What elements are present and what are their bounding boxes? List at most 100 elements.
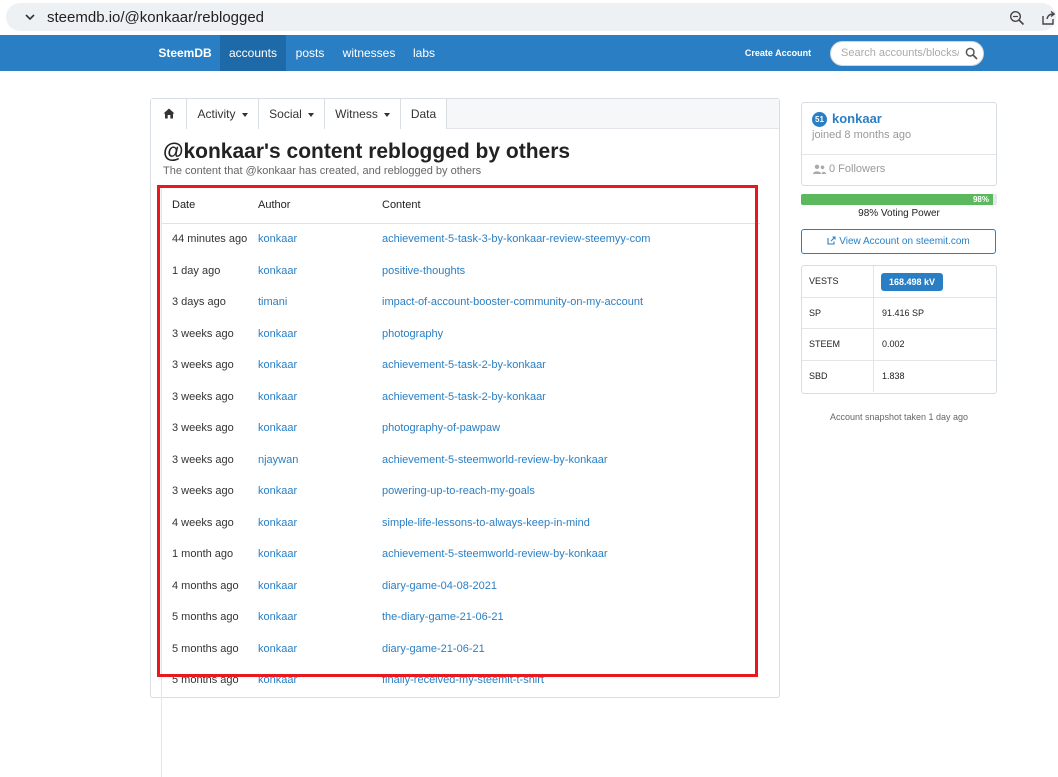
row-author-link[interactable]: konkaar [258,413,297,445]
row-date: 44 minutes ago [172,233,248,245]
row-content-link[interactable]: impact-of-account-booster-community-on-m… [382,287,643,319]
caret-down-icon [241,112,248,117]
table-row: 44 minutes ago konkaar achievement-5-task-… [162,224,760,256]
table-row: 3 weeks ago konkaar powering-up-to-reach-m… [162,476,760,508]
profile-name[interactable]: konkaar [832,111,882,126]
home-icon [163,108,175,119]
row-author-link[interactable]: konkaar [258,634,297,666]
balances-table: VESTS 168.498 kV SP 91.416 SP STEEM 0.00… [801,265,997,394]
row-content-link[interactable]: achievement-5-task-2-by-konkaar [382,350,546,382]
balance-key: VESTS [809,276,839,286]
voting-power-percent: 98% [972,195,989,204]
brand-link[interactable]: SteemDB [152,35,218,71]
tab-social[interactable]: Social [259,99,325,129]
table-row: 4 months ago konkaar diary-game-04-08-2021 [162,571,760,603]
chevron-down-icon[interactable] [24,11,36,23]
view-account-label: View Account on steemit.com [839,236,970,247]
row-author-link[interactable]: konkaar [258,508,297,540]
row-author-link[interactable]: konkaar [258,224,297,256]
row-content-link[interactable]: photography [382,319,443,351]
row-date: 5 months ago [172,642,239,655]
table-row: 3 weeks ago konkaar photography [162,319,760,351]
tab-data[interactable]: Data [401,99,447,129]
row-date: 4 months ago [172,579,239,592]
balance-value: 0.002 [882,339,905,349]
share-icon[interactable] [1040,10,1056,26]
row-author-link[interactable]: konkaar [258,350,297,382]
row-author-link[interactable]: konkaar [258,539,297,571]
account-tabs: Activity Social Witness Data [151,99,779,129]
search-icon[interactable] [965,47,978,60]
row-date: 5 months ago [172,611,239,623]
balance-separator [873,360,874,392]
balance-value: 1.838 [882,370,905,381]
top-navbar: SteemDB accounts posts witnesses labs Cr… [0,35,1058,71]
balance-key: SBD [809,370,828,381]
row-author-link[interactable]: konkaar [258,382,297,414]
voting-power-fill [801,194,994,205]
create-account-link[interactable]: Create Account [737,35,819,71]
page-subtitle: The content that @konkaar has created, a… [163,165,482,177]
search-input[interactable] [841,47,959,59]
tab-witness[interactable]: Witness [325,99,401,129]
row-content-link[interactable]: achievement-5-task-2-by-konkaar [382,382,546,414]
row-date: 4 weeks ago [172,516,234,529]
nav-item-accounts[interactable]: accounts [220,35,286,71]
row-date: 1 month ago [172,548,234,560]
row-date: 3 weeks ago [172,453,234,466]
address-url[interactable]: steemdb.io/@konkaar/reblogged [47,9,264,26]
nav-item-labs[interactable]: labs [404,35,444,71]
balance-row-sp: SP 91.416 SP [802,297,996,329]
row-content-link[interactable]: the-diary-game-21-06-21 [382,602,504,634]
row-author-link[interactable]: konkaar [258,256,297,288]
row-content-link[interactable]: diary-game-21-06-21 [382,634,485,666]
external-link-icon [827,236,836,245]
tab-witness-label: Witness [335,107,378,121]
row-content-link[interactable]: diary-game-04-08-2021 [382,571,497,603]
balance-row-sbd: SBD 1.838 [802,360,996,392]
view-account-button[interactable]: View Account on steemit.com [801,229,996,254]
column-header-content: Content [382,199,421,211]
row-author-link[interactable]: timani [258,287,287,319]
column-header-date: Date [172,199,196,211]
row-content-link[interactable]: achievement-5-task-3-by-konkaar-review-s… [382,224,650,256]
row-content-link[interactable]: photography-of-pawpaw [382,413,500,445]
tab-activity[interactable]: Activity [187,99,259,129]
row-author-link[interactable]: konkaar [258,602,297,634]
row-author-link[interactable]: konkaar [258,476,297,508]
row-content-link[interactable]: finally-received-my-steemit-t-shirt [382,665,544,697]
vests-badge: 168.498 kV [881,273,943,291]
balance-key: STEEM [809,339,841,349]
balance-row-steem: STEEM 0.002 [802,329,996,361]
reputation-badge: 51 [812,112,827,127]
row-date: 3 weeks ago [172,422,234,434]
nav-item-posts[interactable]: posts [286,35,334,71]
table-row: 1 month ago konkaar achievement-5-steemwor… [162,539,760,571]
balance-separator [873,297,874,329]
table-row: 3 weeks ago konkaar achievement-5-task-2-b… [162,382,760,414]
row-content-link[interactable]: simple-life-lessons-to-always-keep-in-mi… [382,508,590,540]
row-author-link[interactable]: konkaar [258,319,297,351]
address-bar[interactable]: steemdb.io/@konkaar/reblogged [6,3,1056,31]
row-date: 3 weeks ago [172,327,234,340]
followers-count[interactable]: 0 Followers [829,163,885,175]
row-content-link[interactable]: achievement-5-steemworld-review-by-konka… [382,445,608,477]
table-row: 5 months ago konkaar diary-game-21-06-21 [162,634,760,666]
tab-home[interactable] [151,99,187,129]
row-author-link[interactable]: konkaar [258,665,297,697]
column-header-author: Author [258,199,291,211]
balance-separator [873,266,874,298]
table-row: 3 weeks ago njaywan achievement-5-steemwor… [162,445,760,477]
row-content-link[interactable]: powering-up-to-reach-my-goals [382,476,535,508]
row-content-link[interactable]: achievement-5-steemworld-review-by-konka… [382,539,608,571]
table-row: 3 weeks ago konkaar photography-of-pawpaw [162,413,760,445]
row-date: 3 weeks ago [172,485,234,497]
row-content-link[interactable]: positive-thoughts [382,256,465,288]
row-date: 3 weeks ago [172,359,234,371]
row-author-link[interactable]: konkaar [258,571,297,603]
table-row: 3 days ago timani impact-of-account-booste… [162,287,760,319]
nav-item-witnesses[interactable]: witnesses [334,35,404,71]
caret-down-icon [307,112,314,117]
row-author-link[interactable]: njaywan [258,445,298,477]
zoom-icon[interactable] [1009,10,1025,26]
